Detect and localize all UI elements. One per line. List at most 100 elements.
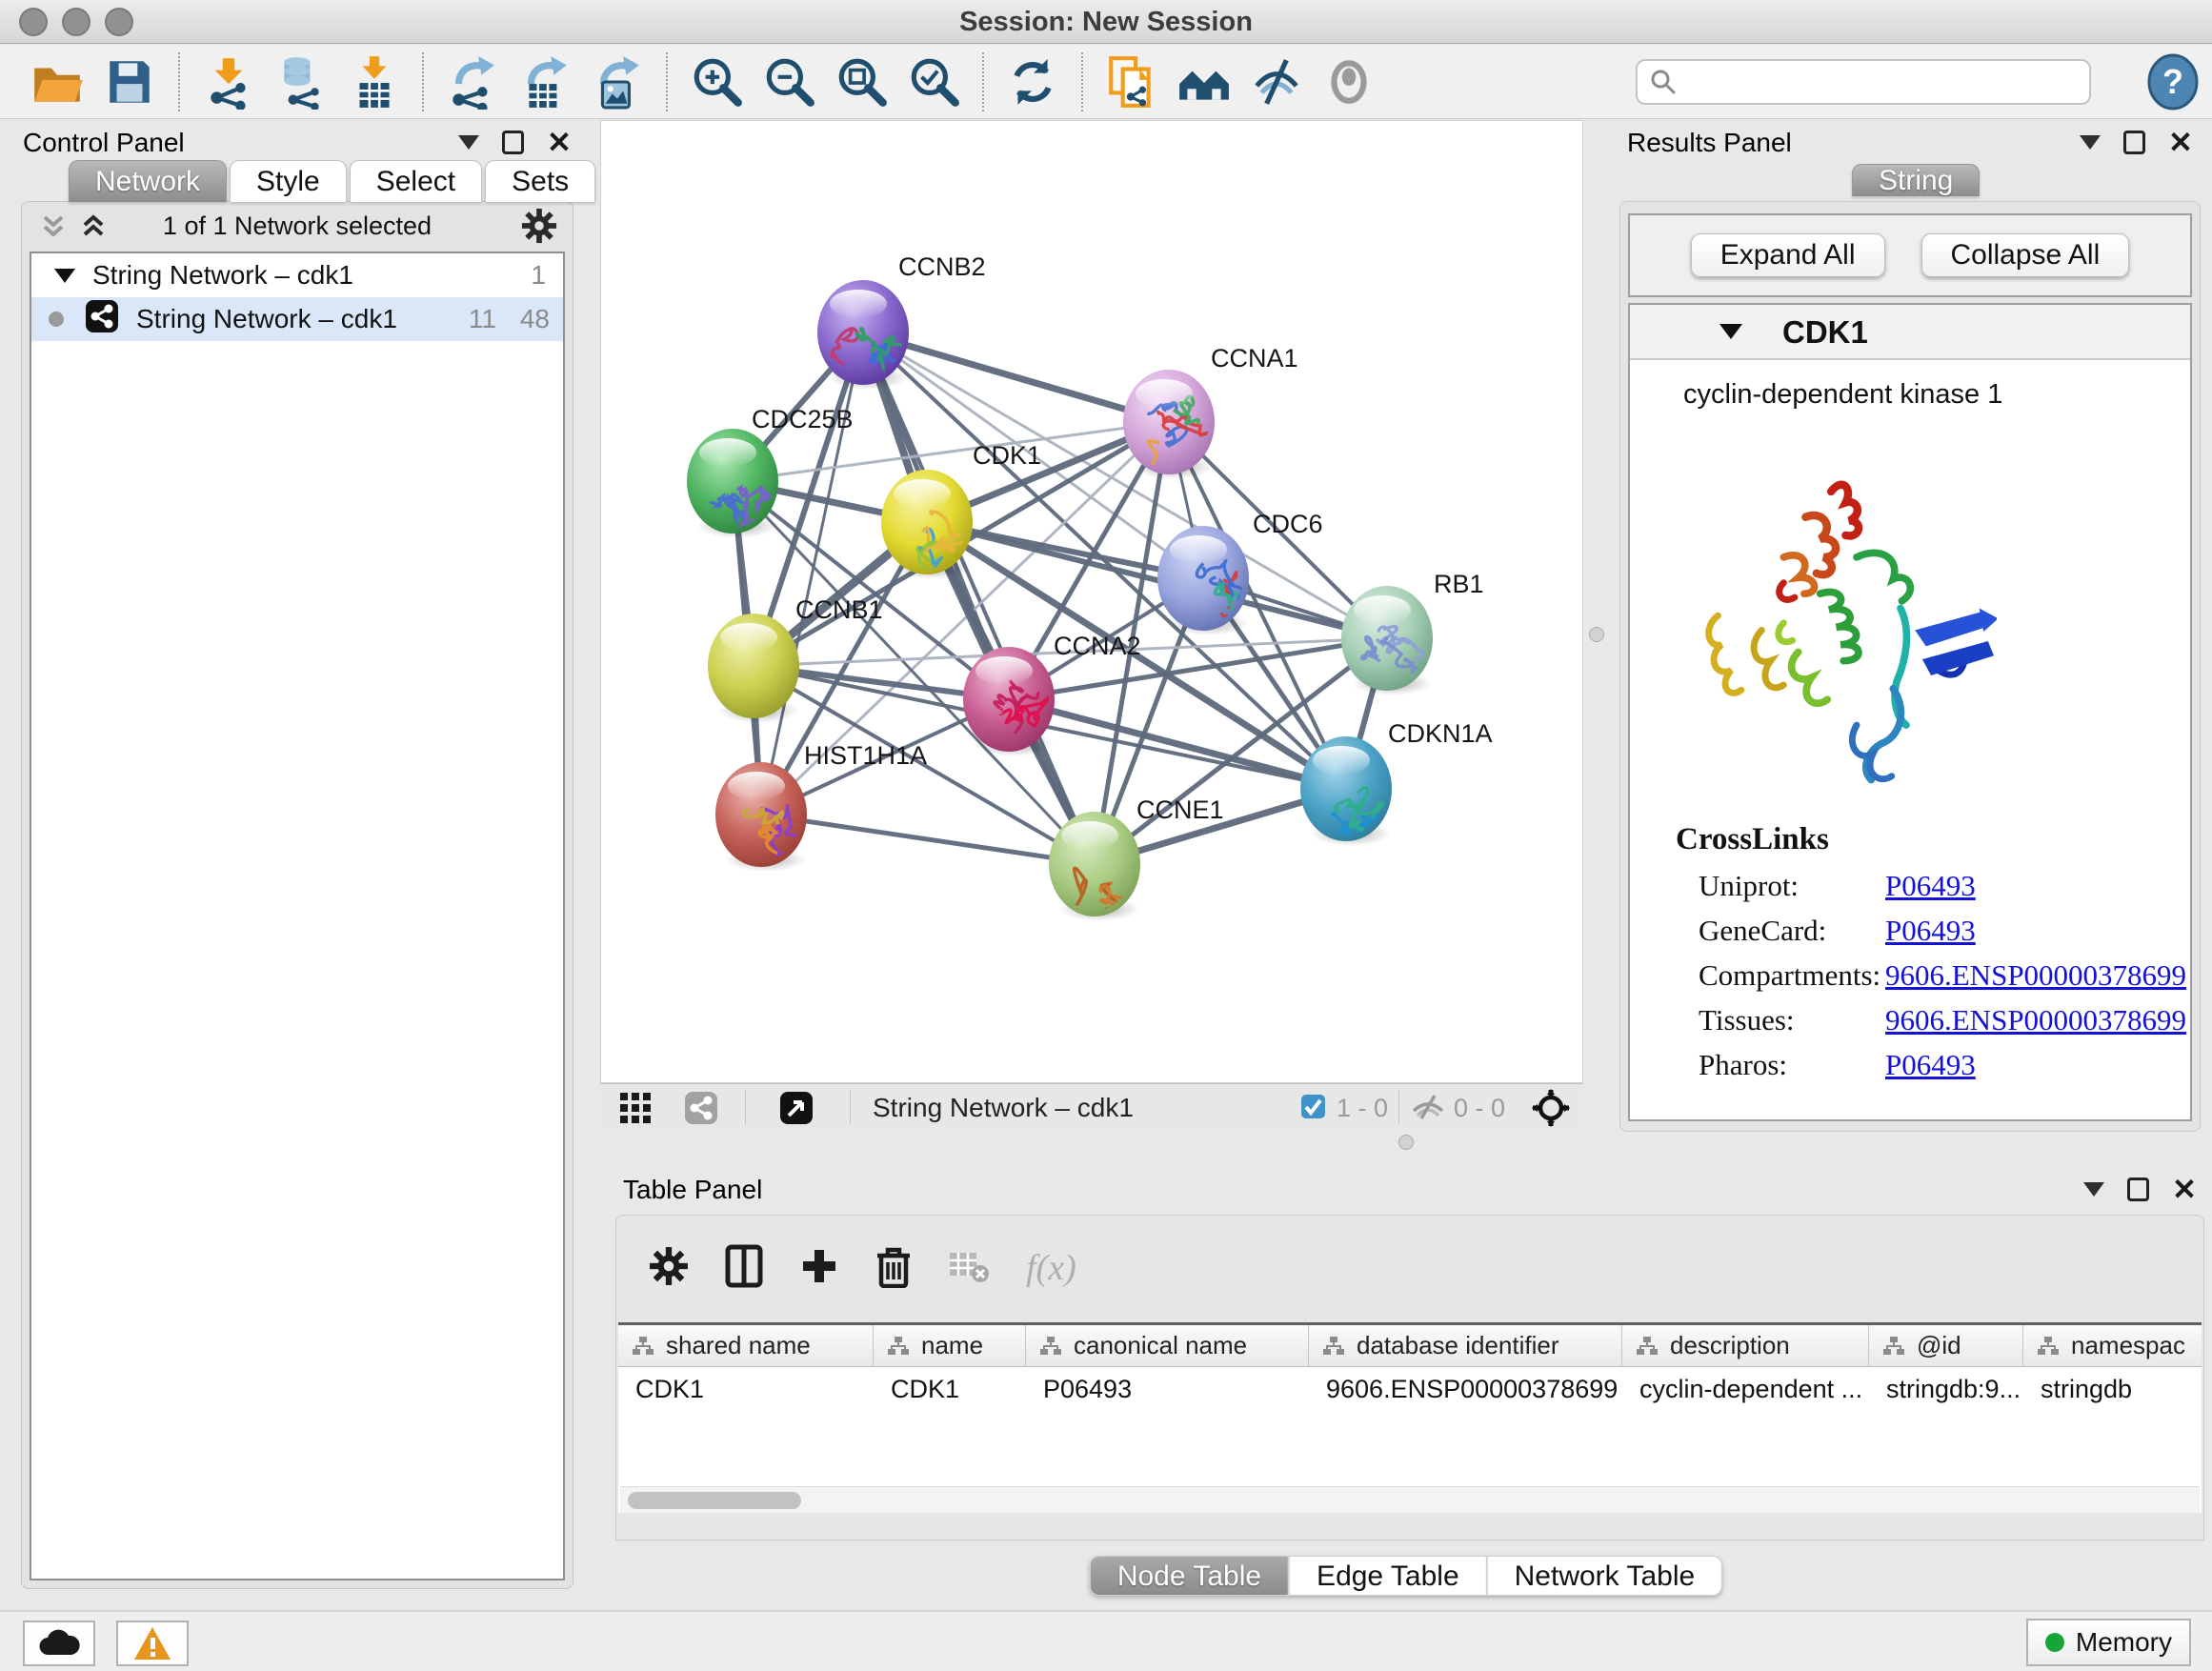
panel-menu-icon[interactable] xyxy=(458,135,479,160)
column-header--id[interactable]: @id xyxy=(1869,1325,2023,1366)
string-network-graph[interactable]: CCNB2CCNA1CDC25BCDK1CDC6RB1CCNB1CCNA2CDK… xyxy=(601,121,1584,1084)
home-network-button[interactable] xyxy=(1174,51,1235,112)
column-header-canonical-name[interactable]: canonical name xyxy=(1026,1325,1309,1366)
splitter-handle[interactable] xyxy=(1398,1135,1414,1150)
tab-edge-table[interactable]: Edge Table xyxy=(1289,1556,1487,1596)
panel-menu-icon[interactable] xyxy=(2083,1182,2104,1207)
tree-expand-caret-icon[interactable] xyxy=(54,269,75,293)
collapse-section-caret-icon[interactable] xyxy=(1719,324,1742,351)
show-hide-graphics-button[interactable] xyxy=(1246,51,1307,112)
help-button[interactable]: ? xyxy=(2146,53,2200,111)
export-image-button[interactable] xyxy=(587,51,648,112)
results-panel: Results Panel ✕ String Expand All Collap… xyxy=(1612,122,2212,1132)
show-columns-icon[interactable] xyxy=(725,1244,763,1293)
table-horizontal-scrollbar[interactable] xyxy=(620,1486,2200,1513)
column-header-name[interactable]: name xyxy=(874,1325,1026,1366)
network-node-CCNB1[interactable] xyxy=(708,614,799,723)
network-node-CDKN1A[interactable] xyxy=(1300,736,1392,846)
import-database-button[interactable] xyxy=(271,51,332,112)
float-panel-icon[interactable] xyxy=(502,131,524,154)
network-row-selected[interactable]: String Network – cdk1 11 48 xyxy=(31,297,563,341)
memory-button[interactable]: Memory xyxy=(2026,1619,2191,1666)
crosslink-value-link[interactable]: P06493 xyxy=(1885,1048,1976,1093)
results-panel-title: Results Panel xyxy=(1627,128,1792,158)
open-session-button[interactable] xyxy=(27,51,88,112)
control-panel-body: 1 of 1 Network selected xyxy=(21,201,573,1589)
tab-node-table[interactable]: Node Table xyxy=(1090,1556,1289,1596)
create-column-plus-icon[interactable] xyxy=(799,1246,839,1291)
tab-string[interactable]: String xyxy=(1852,164,1980,196)
export-table-button[interactable] xyxy=(514,51,575,112)
crosslink-value-link[interactable]: 9606.ENSP00000378699 xyxy=(1885,958,2186,1003)
crosslink-value-link[interactable]: 9606.ENSP00000378699 xyxy=(1885,1003,2186,1048)
edge-CCNE1-HIST1H1A[interactable] xyxy=(761,815,1095,864)
crosslink-label: Pharos: xyxy=(1699,1048,1885,1093)
preview-eye-button[interactable] xyxy=(1318,51,1379,112)
refresh-layout-button[interactable] xyxy=(1002,51,1063,112)
close-panel-icon[interactable]: ✕ xyxy=(2172,1175,2197,1204)
zoom-fit-button[interactable] xyxy=(831,51,892,112)
zoom-selected-button[interactable] xyxy=(903,51,964,112)
tab-network[interactable]: Network xyxy=(69,160,227,202)
import-network-button[interactable] xyxy=(198,51,259,112)
delete-column-trash-icon[interactable] xyxy=(875,1244,912,1293)
share-network-icon[interactable] xyxy=(684,1091,718,1130)
export-network-button[interactable] xyxy=(442,51,503,112)
float-panel-icon[interactable] xyxy=(2123,131,2145,154)
warning-button[interactable] xyxy=(116,1621,189,1666)
column-header-namespac[interactable]: namespac xyxy=(2023,1325,2212,1366)
expand-all-button[interactable]: Expand All xyxy=(1691,233,1885,277)
tab-select[interactable]: Select xyxy=(350,160,482,202)
right-splitter[interactable] xyxy=(1583,120,1612,1129)
network-node-CDC25B[interactable] xyxy=(687,429,778,538)
network-node-CCNA2[interactable] xyxy=(963,647,1055,756)
selected-checkbox-icon[interactable] xyxy=(1300,1094,1326,1124)
hidden-eye-slash-icon[interactable] xyxy=(1410,1094,1446,1125)
tab-sets[interactable]: Sets xyxy=(485,160,595,202)
copy-document-button[interactable] xyxy=(1101,51,1162,112)
table-row[interactable]: CDK1CDK1P064939606.ENSP00000378699cyclin… xyxy=(618,1367,2202,1411)
collapse-all-button[interactable]: Collapse All xyxy=(1921,233,2130,277)
splitter-handle[interactable] xyxy=(1589,627,1604,642)
zoom-in-button[interactable] xyxy=(686,51,747,112)
grid-view-icon[interactable] xyxy=(619,1092,652,1129)
edge-CDK1-RB1[interactable] xyxy=(927,522,1387,638)
network-collection-row[interactable]: String Network – cdk1 1 xyxy=(31,253,563,297)
birdseye-view-icon[interactable] xyxy=(779,1091,814,1130)
divider xyxy=(1398,1090,1399,1124)
save-session-button[interactable] xyxy=(99,51,160,112)
scrollbar-thumb[interactable] xyxy=(628,1492,801,1509)
network-canvas[interactable]: CCNB2CCNA1CDC25BCDK1CDC6RB1CCNB1CCNA2CDK… xyxy=(600,120,1583,1083)
column-header-shared-name[interactable]: shared name xyxy=(618,1325,874,1366)
zoom-out-button[interactable] xyxy=(758,51,819,112)
crosslink-value-link[interactable]: P06493 xyxy=(1885,869,1976,914)
horizontal-splitter[interactable] xyxy=(600,1129,2212,1167)
network-node-RB1[interactable] xyxy=(1341,586,1433,695)
left-splitter[interactable] xyxy=(581,120,600,1129)
node-label-CCNB1: CCNB1 xyxy=(795,595,883,624)
search-input[interactable] xyxy=(1678,68,2059,97)
import-table-button[interactable] xyxy=(343,51,404,112)
close-panel-icon[interactable]: ✕ xyxy=(547,128,572,157)
column-header-description[interactable]: description xyxy=(1622,1325,1869,1366)
tab-style[interactable]: Style xyxy=(230,160,347,202)
network-node-CCNE1[interactable] xyxy=(1049,812,1140,943)
cloud-button[interactable] xyxy=(23,1621,95,1666)
tab-network-table[interactable]: Network Table xyxy=(1487,1556,1723,1596)
network-node-CDC6[interactable] xyxy=(1157,526,1263,635)
edge-CCNB2-CCNE1[interactable] xyxy=(863,332,1095,864)
float-panel-icon[interactable] xyxy=(2127,1178,2149,1201)
panel-menu-icon[interactable] xyxy=(2080,135,2101,160)
network-node-HIST1H1A[interactable] xyxy=(715,762,807,872)
table-options-gear-icon[interactable] xyxy=(649,1246,689,1291)
close-panel-icon[interactable]: ✕ xyxy=(2168,128,2193,157)
export-network-icon xyxy=(445,54,500,110)
protein-card-header[interactable]: CDK1 xyxy=(1630,305,2190,360)
node-label-RB1: RB1 xyxy=(1434,570,1484,598)
crosshair-icon[interactable] xyxy=(1532,1089,1570,1132)
crosslink-value-link[interactable]: P06493 xyxy=(1885,914,1976,958)
network-options-gear-icon[interactable] xyxy=(521,208,557,249)
column-header-database-identifier[interactable]: database identifier xyxy=(1309,1325,1622,1366)
network-node-CDK1[interactable] xyxy=(881,470,973,590)
search-box[interactable] xyxy=(1636,59,2091,105)
